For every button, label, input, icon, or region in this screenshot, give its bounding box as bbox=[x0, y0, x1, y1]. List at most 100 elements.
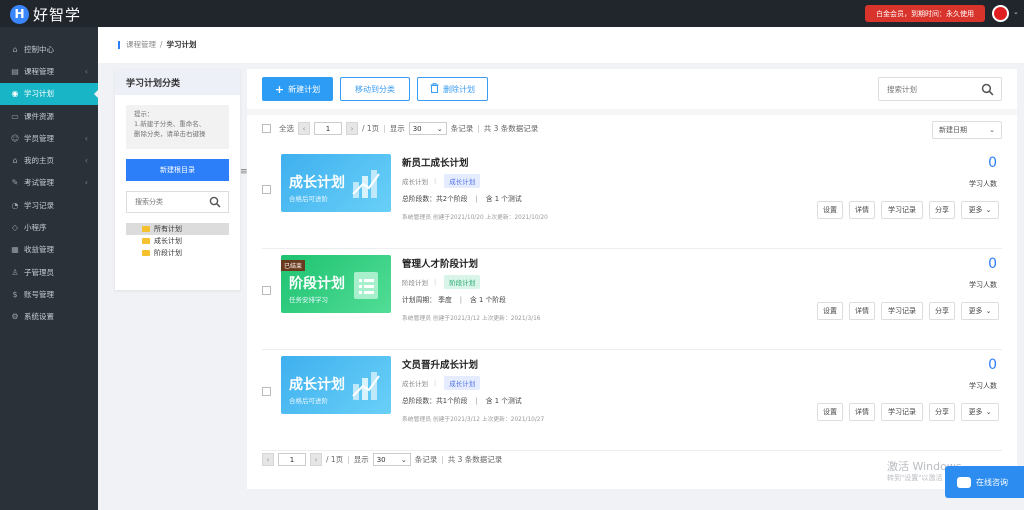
tip-line: 删除分类，请单击右键操 bbox=[134, 130, 206, 138]
next-page-button[interactable]: › bbox=[346, 122, 358, 135]
sidebar-item-label: 学习记录 bbox=[24, 200, 54, 210]
next-page-button[interactable]: › bbox=[310, 453, 322, 466]
details-button[interactable]: 详情 bbox=[849, 201, 875, 219]
sidebar-item[interactable]: ⌂ 控制中心 bbox=[0, 38, 98, 60]
prev-page-button[interactable]: ‹ bbox=[298, 122, 310, 135]
membership-badge[interactable]: 白金会员，到期时间：永久使用 bbox=[865, 5, 985, 22]
sidebar-item[interactable]: ▦ 收益管理 bbox=[0, 239, 98, 261]
sidebar-item-label: 账号管理 bbox=[24, 289, 54, 299]
logo[interactable]: H 好智学 bbox=[10, 4, 81, 24]
share-button[interactable]: 分享 bbox=[929, 302, 955, 320]
select-all-checkbox[interactable] bbox=[262, 124, 271, 133]
plan-thumbnail[interactable]: 已结束 阶段计划 任务安排学习 bbox=[281, 255, 391, 313]
separator: | bbox=[441, 455, 444, 464]
action-label: 更多 bbox=[968, 408, 983, 416]
page-size-select[interactable]: 30 ⌄ bbox=[372, 453, 411, 466]
sidebar-item[interactable]: ⚙ 系统设置 bbox=[0, 306, 98, 328]
plan-title[interactable]: 新员工成长计划 bbox=[402, 155, 469, 169]
category-search-input[interactable] bbox=[127, 192, 207, 212]
breadcrumb-parent[interactable]: 课程管理 bbox=[126, 39, 156, 50]
search-icon[interactable] bbox=[981, 83, 994, 98]
separator: | bbox=[434, 278, 437, 286]
more-button[interactable]: 更多 ⌄ bbox=[961, 201, 999, 219]
prev-page-button[interactable]: ‹ bbox=[262, 453, 274, 466]
tree-item-all-plans[interactable]: 所有计划 bbox=[126, 223, 229, 235]
wallet-icon: ▦ bbox=[11, 245, 19, 255]
sidebar-item[interactable]: ▭ 课件资源 bbox=[0, 105, 98, 127]
plan-search-input[interactable] bbox=[879, 78, 969, 100]
action-label: 更多 bbox=[968, 307, 983, 315]
sidebar-item[interactable]: ◉ 学习计划 bbox=[0, 82, 99, 105]
tree-item-growth-plan[interactable]: 成长计划 bbox=[126, 235, 229, 247]
plan-detail-right: 含 1 个测试 bbox=[485, 397, 522, 405]
share-button[interactable]: 分享 bbox=[929, 201, 955, 219]
more-button[interactable]: 更多 ⌄ bbox=[961, 302, 999, 320]
search-icon[interactable] bbox=[209, 196, 221, 210]
document-icon: ▭ bbox=[11, 111, 19, 121]
settings-button[interactable]: 设置 bbox=[817, 302, 843, 320]
new-root-directory-button[interactable]: 新建根目录 bbox=[126, 159, 229, 181]
total-pages: / 1页 bbox=[326, 455, 344, 464]
chevron-down-icon[interactable]: ⌄ bbox=[1013, 8, 1019, 16]
new-plan-button[interactable]: + 新建计划 bbox=[262, 77, 333, 101]
settings-button[interactable]: 设置 bbox=[817, 201, 843, 219]
separator: | bbox=[475, 195, 478, 203]
sidebar-item[interactable]: ▤ 课程管理 ‹ bbox=[0, 60, 98, 82]
avatar[interactable] bbox=[992, 5, 1009, 22]
plan-details: 总阶段数：共2个阶段 | 含 1 个测试 bbox=[402, 193, 522, 203]
action-label: 详情 bbox=[855, 408, 869, 416]
plan-meta: 系统管理员 创建于2021/10/20 上次更新：2021/10/20 bbox=[402, 215, 548, 221]
plan-checkbox[interactable] bbox=[262, 185, 271, 194]
chevron-down-icon: ⌄ bbox=[989, 126, 995, 134]
learning-record-button[interactable]: 学习记录 bbox=[881, 403, 923, 421]
separator: | bbox=[434, 177, 437, 185]
sidebar-item[interactable]: ☺ 学员管理 ‹ bbox=[0, 127, 98, 149]
plan-thumbnail[interactable]: 成长计划 合格后可进阶 bbox=[281, 154, 391, 212]
thumbnail-title: 阶段计划 bbox=[289, 276, 345, 292]
users-icon: ☺ bbox=[10, 133, 20, 143]
folder-icon bbox=[142, 226, 150, 232]
page-size-select[interactable]: 30 ⌄ bbox=[408, 122, 447, 135]
action-label: 详情 bbox=[855, 307, 869, 315]
plan-tag: 阶段计划 bbox=[444, 275, 481, 289]
sidebar-item[interactable]: $ 账号管理 bbox=[0, 283, 98, 305]
sidebar-item[interactable]: ⌂ 我的主页 ‹ bbox=[0, 149, 98, 171]
online-consult-button[interactable]: 在线咨询 bbox=[945, 466, 1024, 498]
move-to-category-button[interactable]: 移动到分类 bbox=[340, 77, 410, 101]
top-bar: H 好智学 白金会员，到期时间：永久使用 ⌄ bbox=[0, 0, 1024, 27]
plan-checkbox[interactable] bbox=[262, 286, 271, 295]
chevron-down-icon: ⌄ bbox=[985, 206, 992, 214]
plan-meta: 系统管理员 创建于2021/3/12 上次更新：2021/3/16 bbox=[402, 316, 541, 322]
chevron-left-icon: ‹ bbox=[84, 133, 88, 143]
details-button[interactable]: 详情 bbox=[849, 302, 875, 320]
plan-checkbox[interactable] bbox=[262, 387, 271, 396]
page-input[interactable]: 1 bbox=[314, 122, 342, 135]
thumbnail-title: 成长计划 bbox=[289, 175, 345, 191]
tree-item-stage-plan[interactable]: 阶段计划 bbox=[126, 247, 229, 259]
thumbnail-subtitle: 合格后可进阶 bbox=[289, 397, 328, 405]
page-input[interactable]: 1 bbox=[278, 453, 306, 466]
checklist-illustration-icon bbox=[354, 272, 378, 299]
sidebar-item[interactable]: ◔ 学习记录 bbox=[0, 194, 98, 216]
sidebar-item[interactable]: ✎ 考试管理 ‹ bbox=[0, 172, 98, 194]
details-button[interactable]: 详情 bbox=[849, 403, 875, 421]
learning-record-button[interactable]: 学习记录 bbox=[881, 201, 923, 219]
plan-title[interactable]: 文员晋升成长计划 bbox=[402, 357, 478, 371]
sort-select[interactable]: 新建日期 ⌄ bbox=[932, 121, 1002, 139]
share-button[interactable]: 分享 bbox=[929, 403, 955, 421]
more-button[interactable]: 更多 ⌄ bbox=[961, 403, 999, 421]
chart-illustration-icon bbox=[352, 170, 380, 198]
plan-category: 成长计划 bbox=[402, 178, 428, 186]
plan-thumbnail[interactable]: 成长计划 合格后可进阶 bbox=[281, 356, 391, 414]
gear-icon: ⚙ bbox=[11, 312, 19, 322]
settings-button[interactable]: 设置 bbox=[817, 403, 843, 421]
plan-title[interactable]: 管理人才阶段计划 bbox=[402, 256, 478, 270]
learning-record-button[interactable]: 学习记录 bbox=[881, 302, 923, 320]
separator: | bbox=[459, 296, 463, 304]
sidebar-item[interactable]: ♙ 子管理员 bbox=[0, 261, 98, 283]
sidebar-item[interactable]: ◇ 小程序 bbox=[0, 216, 98, 238]
tree-item-label: 阶段计划 bbox=[154, 249, 182, 257]
plan-card: 成长计划 合格后可进阶 新员工成长计划成长计划 | 成长计划总阶段数：共2个阶段 | 含 1… bbox=[262, 149, 1002, 249]
delete-plan-button[interactable]: 删除计划 bbox=[417, 77, 488, 101]
dollar-icon: $ bbox=[12, 289, 18, 299]
